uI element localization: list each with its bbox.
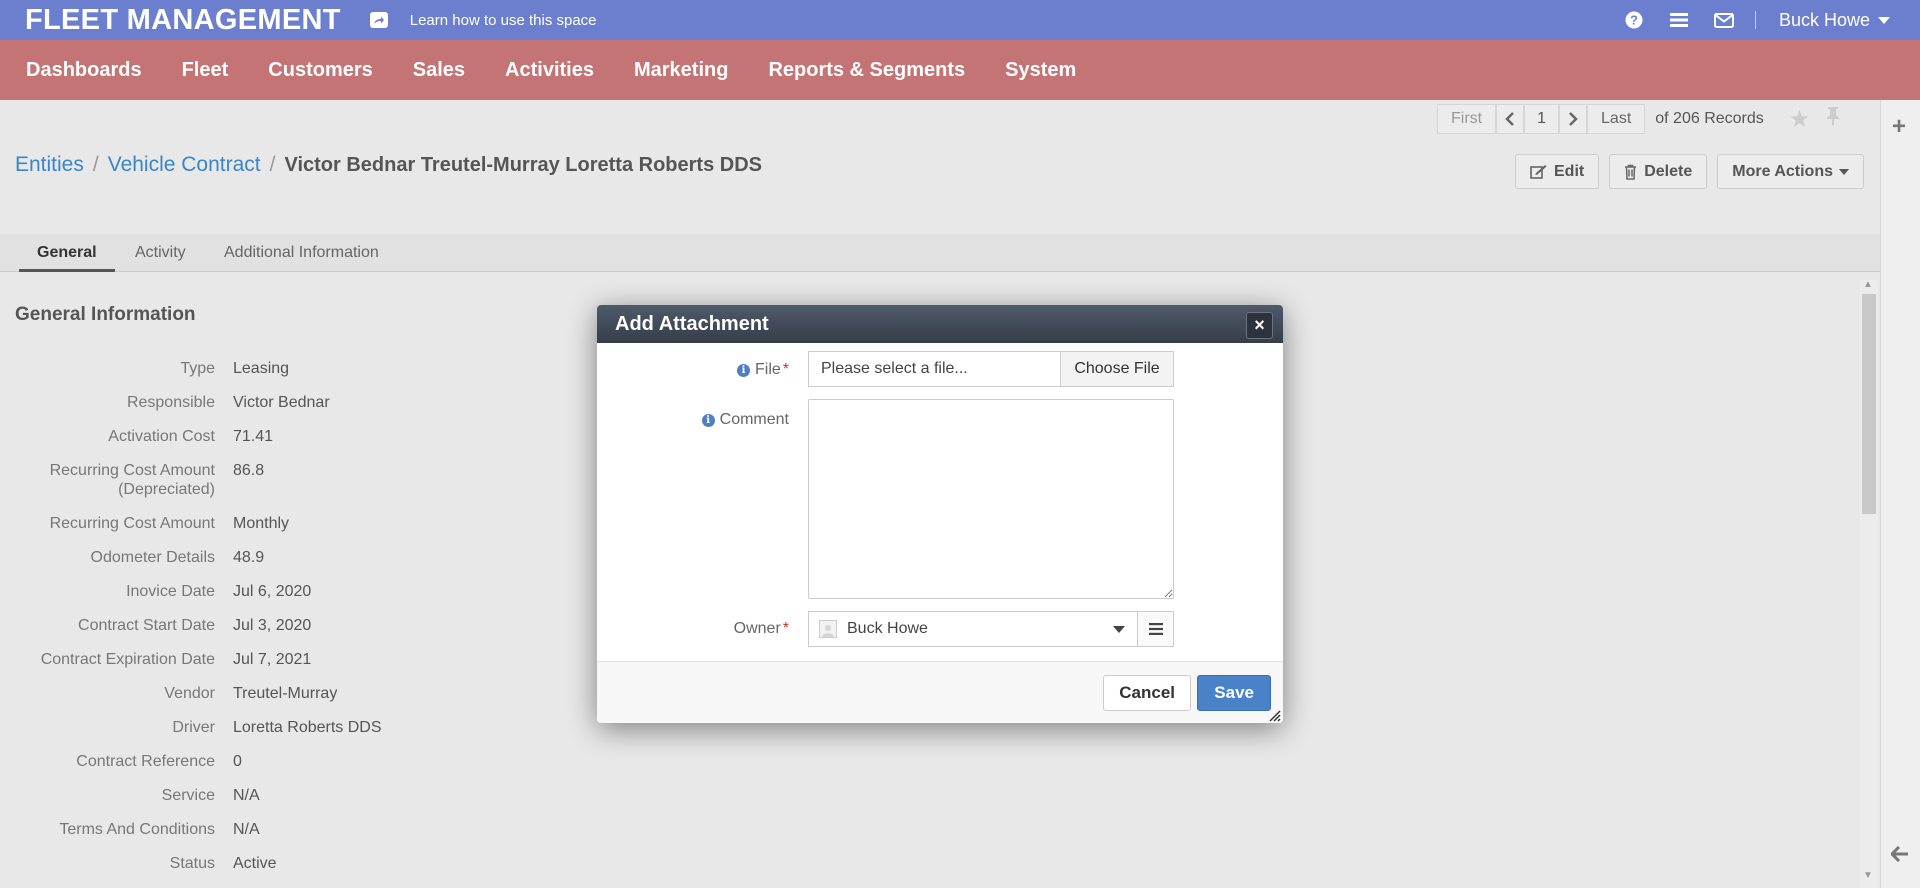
nav-sales[interactable]: Sales (413, 59, 465, 82)
plus-icon[interactable]: + (1892, 113, 1906, 141)
close-icon[interactable]: × (1246, 312, 1273, 339)
file-label: i File * (736, 361, 789, 379)
owner-name: Buck Howe (847, 620, 928, 637)
owner-label-text: Owner (733, 620, 781, 637)
nav-reports-segments[interactable]: Reports & Segments (768, 59, 965, 82)
dialog-footer: Cancel Save (597, 661, 1283, 723)
user-avatar-icon (819, 620, 837, 638)
user-name: Buck Howe (1778, 9, 1870, 30)
save-button[interactable]: Save (1197, 675, 1271, 711)
chevron-down-icon (1878, 16, 1890, 24)
resize-handle[interactable] (1269, 709, 1281, 722)
choose-file-button[interactable]: Choose File (1060, 352, 1173, 386)
owner-select[interactable]: Buck Howe (808, 611, 1174, 647)
file-placeholder[interactable]: Please select a file... (809, 352, 1060, 386)
required-mark: * (782, 361, 789, 378)
dialog-header: Add Attachment (597, 305, 1283, 343)
top-right-tools: ? Buck Howe (1599, 0, 1920, 40)
chevron-down-icon[interactable] (1113, 625, 1125, 633)
nav-system[interactable]: System (1005, 59, 1076, 82)
user-menu[interactable]: Buck Howe (1779, 10, 1890, 31)
menu-icon[interactable] (1669, 10, 1689, 30)
share-icon[interactable] (369, 12, 388, 28)
nav-activities[interactable]: Activities (505, 59, 594, 82)
add-attachment-dialog: Add Attachment × i File * Please select … (597, 305, 1283, 723)
mail-icon[interactable] (1713, 10, 1734, 30)
nav-dashboards[interactable]: Dashboards (26, 59, 142, 82)
svg-text:?: ? (1630, 13, 1638, 28)
owner-label: Owner * (734, 620, 789, 638)
arrow-left-icon[interactable] (1889, 845, 1909, 868)
file-input[interactable]: Please select a file... Choose File (808, 351, 1174, 387)
help-link[interactable]: Learn how to use this space (410, 12, 597, 29)
right-sidebar: + (1880, 100, 1920, 888)
app-title[interactable]: FLEET MANAGEMENT (25, 4, 341, 37)
comment-label: i Comment (701, 411, 789, 429)
list-icon[interactable] (1137, 612, 1173, 646)
info-icon[interactable]: i (736, 363, 750, 377)
comment-label-text: Comment (719, 411, 789, 428)
comment-textarea[interactable] (808, 399, 1174, 599)
dialog-title: Add Attachment (615, 312, 769, 335)
required-mark: * (782, 620, 789, 637)
file-label-text: File (754, 361, 781, 378)
divider (1754, 11, 1756, 29)
nav-marketing[interactable]: Marketing (634, 59, 728, 82)
cancel-button[interactable]: Cancel (1103, 675, 1191, 711)
nav-fleet[interactable]: Fleet (182, 59, 229, 82)
nav-customers[interactable]: Customers (268, 59, 372, 82)
help-icon[interactable]: ? (1624, 10, 1644, 30)
top-header: FLEET MANAGEMENT Learn how to use this s… (0, 0, 1920, 40)
main-nav: Dashboards Fleet Customers Sales Activit… (0, 40, 1920, 100)
info-icon[interactable]: i (701, 413, 715, 427)
owner-select-value[interactable]: Buck Howe (809, 612, 1137, 646)
